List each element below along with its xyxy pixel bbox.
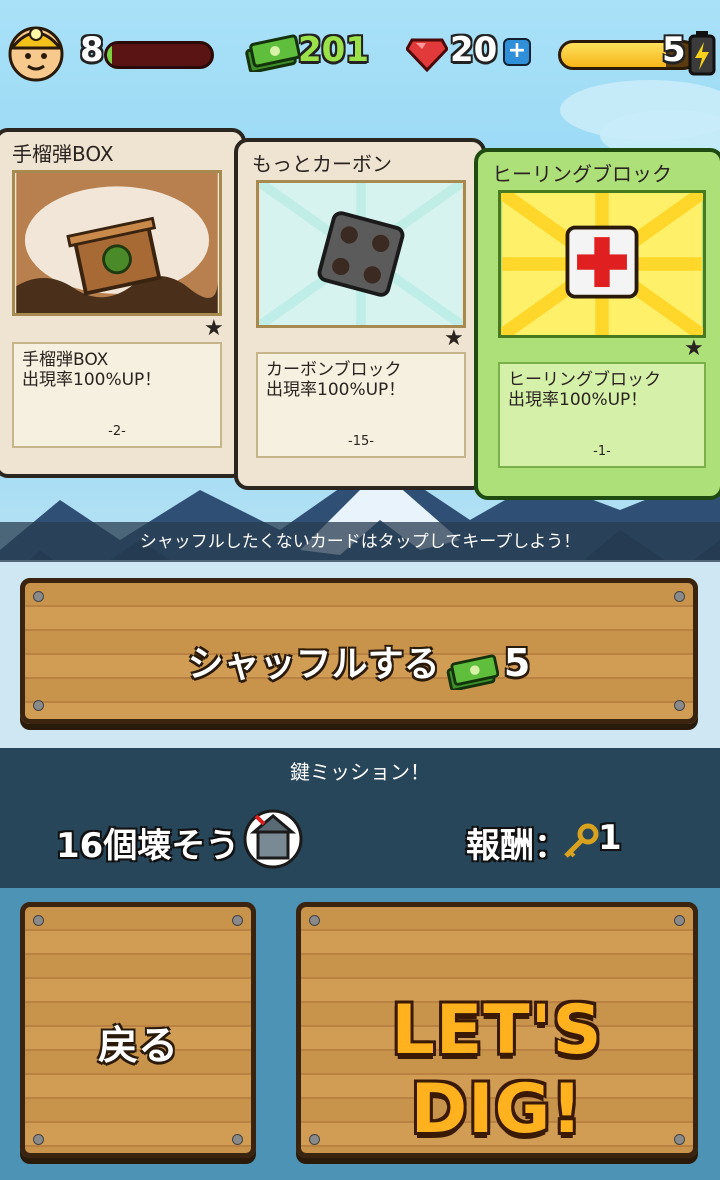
energy-count: 5 xyxy=(662,30,686,70)
shuffle-button[interactable]: シャッフルする 5 xyxy=(20,578,698,724)
ruby-gem-icon xyxy=(406,38,448,72)
card-star: ★ xyxy=(204,316,224,341)
card-title: ヒーリングブロック xyxy=(492,162,672,186)
bonus-card-2[interactable]: もっとカーボン ★ カーボンブロック 出現率100%UP！ -15- xyxy=(234,138,486,490)
card-number: -1- xyxy=(593,444,611,459)
block-target-icon xyxy=(243,809,303,869)
card-desc-line1: カーボンブロック xyxy=(266,360,402,380)
card-description: カーボンブロック 出現率100%UP！ -15- xyxy=(256,352,466,458)
back-label: 戻る xyxy=(98,1023,178,1069)
card-desc-line1: ヒーリングブロック xyxy=(508,370,661,390)
level-number: 8 xyxy=(80,30,104,70)
healing-block-icon xyxy=(498,190,706,338)
cash-icon xyxy=(245,34,300,72)
grenade-crate-icon xyxy=(12,170,222,316)
top-hud: 8 201 20 + 5 xyxy=(0,0,720,110)
bonus-card-3-kept[interactable]: ヒーリングブロック ★ ヒーリングブロック 出現率100%UP！ -1- xyxy=(474,148,720,500)
mission-task: 16個壊そう xyxy=(56,826,240,866)
card-number: -2- xyxy=(108,424,126,439)
lets-dig-button[interactable]: LET'S DIG! xyxy=(296,902,698,1158)
key-icon xyxy=(564,823,599,858)
mission-title: 鍵ミッション！ xyxy=(290,760,430,784)
card-number: -15- xyxy=(348,434,374,449)
carbon-block-icon xyxy=(256,180,466,328)
keep-card-hint: シャッフルしたくないカードはタップしてキープしよう！ xyxy=(0,522,720,562)
shuffle-label: シャッフルする xyxy=(187,644,440,685)
buy-gems-button[interactable]: + xyxy=(503,38,531,66)
level-progress-bar xyxy=(104,41,214,69)
shuffle-cost: 5 xyxy=(503,641,531,685)
money-count: 201 xyxy=(298,30,369,70)
card-description: 手榴弾BOX 出現率100%UP！ -2- xyxy=(12,342,222,448)
card-star: ★ xyxy=(444,326,464,351)
battery-energy-icon xyxy=(688,31,716,76)
card-title: 手榴弾BOX xyxy=(12,142,114,166)
card-desc-line2: 出現率100%UP！ xyxy=(508,390,648,410)
lets-dig-label: LET'S DIG! xyxy=(391,991,603,1149)
card-desc-line2: 出現率100%UP！ xyxy=(22,370,162,390)
cash-icon xyxy=(446,653,499,691)
energy-fill xyxy=(561,43,666,67)
card-title: もっとカーボン xyxy=(252,152,392,176)
card-star: ★ xyxy=(684,336,704,361)
card-desc-line1: 手榴弾BOX xyxy=(22,350,109,370)
back-button[interactable]: 戻る xyxy=(20,902,256,1158)
card-description: ヒーリングブロック 出現率100%UP！ -1- xyxy=(498,362,706,468)
player-avatar-icon[interactable] xyxy=(4,18,68,82)
reward-label: 報酬： xyxy=(466,826,568,866)
gem-count: 20 xyxy=(450,30,498,70)
card-desc-line2: 出現率100%UP！ xyxy=(266,380,406,400)
level-progress-fill xyxy=(107,44,113,66)
shuffle-content: シャッフルする 5 xyxy=(25,635,693,691)
bonus-card-1[interactable]: 手榴弾BOX ★ 手榴弾BOX 出現率100%UP！ -2- xyxy=(0,128,246,478)
reward-value: 1 xyxy=(598,818,622,858)
